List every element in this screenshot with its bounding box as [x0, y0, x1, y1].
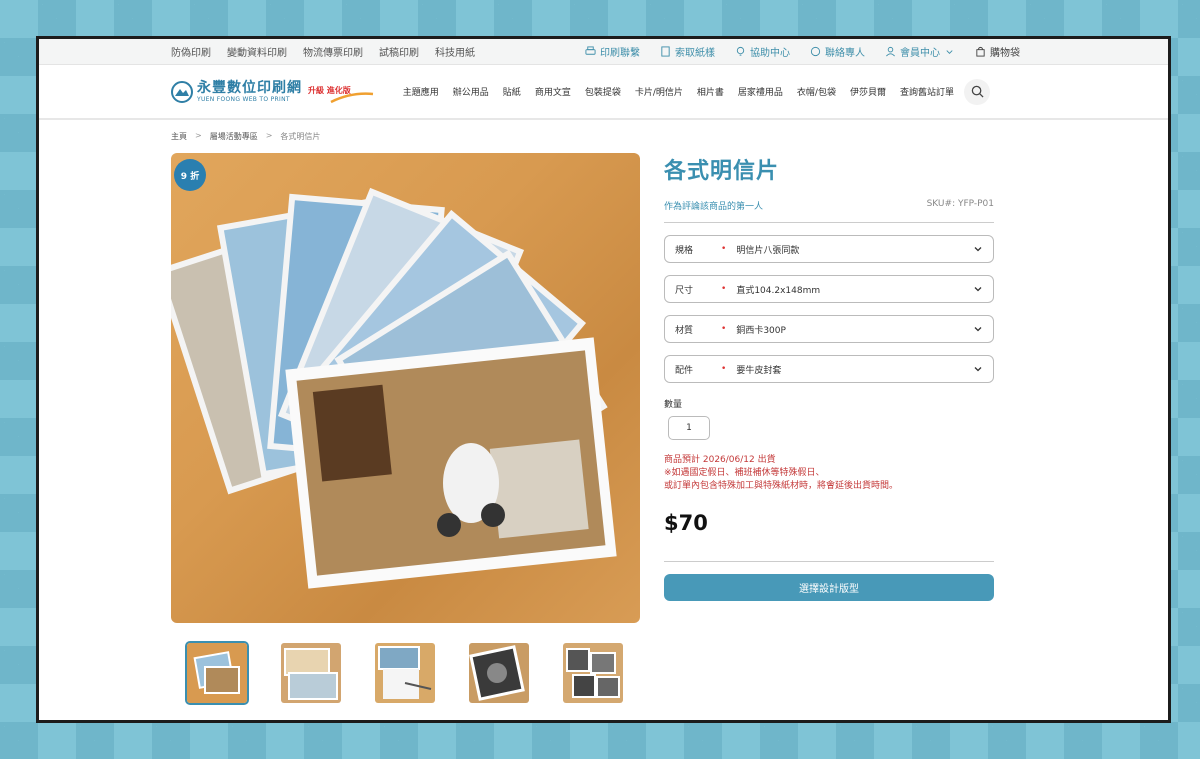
product-title: 各式明信片: [664, 159, 780, 184]
thumbnail-image: [375, 643, 435, 703]
product-sku: SKU#: YFP-P01: [926, 199, 994, 209]
nav-item-cards[interactable]: 卡片/明信片: [635, 85, 683, 98]
help-center-link[interactable]: 協助中心: [735, 44, 790, 59]
option-size-select[interactable]: 尺寸 • 直式104.2x148mm: [664, 275, 994, 303]
utility-links: 防偽印刷 變動資料印刷 物流傳票印刷 試稿印刷 科技用紙: [171, 44, 475, 59]
chat-icon: [810, 46, 821, 57]
nav-item-isabelle[interactable]: 伊莎貝爾: [850, 85, 886, 98]
thumbnail-image: [563, 643, 623, 703]
main-nav: 主題應用 辦公用品 貼紙 商用文宣 包裝提袋 卡片/明信片 相片書 居家禮用品 …: [403, 85, 954, 98]
util-link-variable-data[interactable]: 變動資料印刷: [227, 44, 287, 59]
site-header: 永豐數位印刷網 YUEN FOONG WEB TO PRINT 升級 進化版 主…: [39, 65, 1168, 120]
thumbnail-4[interactable]: [467, 641, 531, 705]
required-dot: •: [721, 324, 727, 334]
util-link-tech-paper[interactable]: 科技用紙: [435, 44, 475, 59]
shopping-bag-icon: [976, 46, 985, 57]
breadcrumb: 主頁 > 屬場活動專區 > 各式明信片: [171, 131, 320, 142]
nav-item-home-gifts[interactable]: 居家禮用品: [738, 85, 783, 98]
option-value: 直式104.2x148mm: [736, 285, 821, 296]
thumbnail-image: [187, 643, 247, 703]
sample-request-link[interactable]: 索取紙樣: [660, 44, 715, 59]
quantity-input[interactable]: 1: [668, 416, 710, 440]
logo-mark-icon: [171, 80, 193, 103]
thumbnail-3[interactable]: [373, 641, 437, 705]
util-link-trial-print[interactable]: 試稿印刷: [379, 44, 419, 59]
util-link-anti-counterfeit[interactable]: 防偽印刷: [171, 44, 211, 59]
utility-actions: 印刷聯繫 索取紙樣 協助中心 聯絡專人 會員中心 購物袋: [585, 44, 1020, 59]
nav-item-apparel[interactable]: 衣帽/包袋: [797, 85, 836, 98]
option-label: 規格: [675, 245, 694, 256]
breadcrumb-current: 各式明信片: [280, 132, 321, 141]
print-contact-link[interactable]: 印刷聯繫: [585, 44, 640, 59]
option-label: 配件: [675, 365, 694, 376]
chevron-down-icon: [974, 247, 982, 252]
option-label: 尺寸: [675, 285, 694, 296]
site-logo[interactable]: 永豐數位印刷網 YUEN FOONG WEB TO PRINT 升級 進化版: [171, 80, 375, 104]
member-center-link[interactable]: 會員中心: [885, 44, 955, 59]
nav-item-promo[interactable]: 商用文宣: [535, 85, 571, 98]
printer-icon: [585, 46, 596, 55]
required-dot: •: [721, 284, 727, 294]
option-value: 銅西卡300P: [736, 325, 786, 336]
chevron-down-icon: [946, 50, 953, 54]
breadcrumb-category[interactable]: 屬場活動專區: [210, 131, 258, 142]
choose-design-button[interactable]: 選擇設計版型: [664, 574, 994, 602]
nav-item-photobook[interactable]: 相片書: [697, 85, 724, 98]
browser-frame: 防偽印刷 變動資料印刷 物流傳票印刷 試稿印刷 科技用紙 印刷聯繫 索取紙樣 協…: [36, 36, 1171, 723]
nav-item-stickers[interactable]: 貼紙: [503, 85, 521, 98]
search-button[interactable]: [964, 78, 990, 105]
option-material-select[interactable]: 材質 • 銅西卡300P: [664, 315, 994, 343]
product-price: $70: [664, 511, 708, 536]
product-info: 各式明信片 作為評論該商品的第一人 SKU#: YFP-P01 規格 • 明信片…: [664, 153, 994, 602]
write-review-link[interactable]: 作為評論該商品的第一人: [664, 199, 763, 212]
divider: [664, 561, 994, 563]
logo-swoosh-icon: [330, 91, 373, 103]
thumbnail-image: [281, 643, 341, 703]
notice-line: ※如遇國定假日、補班補休等特殊假日、: [664, 468, 825, 479]
thumbnail-strip: [185, 641, 625, 705]
thumbnail-2[interactable]: [279, 641, 343, 705]
postcards-illustration: [171, 187, 617, 589]
chevron-down-icon: [974, 367, 982, 372]
required-dot: •: [721, 244, 727, 254]
option-value: 明信片八張同款: [736, 245, 800, 256]
chevron-down-icon: [974, 327, 982, 332]
breadcrumb-home[interactable]: 主頁: [171, 131, 187, 142]
user-icon: [886, 46, 895, 57]
utility-bar: 防偽印刷 變動資料印刷 物流傳票印刷 試稿印刷 科技用紙 印刷聯繫 索取紙樣 協…: [39, 39, 1168, 65]
thumbnail-5[interactable]: [561, 641, 625, 705]
nav-item-themes[interactable]: 主題應用: [403, 85, 439, 98]
product-main-image[interactable]: [171, 153, 640, 623]
nav-item-office[interactable]: 辦公用品: [453, 85, 489, 98]
contact-agent-link[interactable]: 聯絡專人: [810, 44, 865, 59]
product-meta: 作為評論該商品的第一人 SKU#: YFP-P01: [664, 199, 994, 212]
discount-badge: 9 折: [174, 159, 206, 191]
option-value: 要牛皮封套: [736, 365, 782, 376]
nav-item-old-orders[interactable]: 查詢舊站訂單: [900, 85, 954, 98]
divider: [664, 222, 994, 223]
required-dot: •: [721, 364, 727, 374]
cart-link[interactable]: 購物袋: [975, 44, 1020, 59]
notice-line: 商品預計 2026/06/12 出貨: [664, 455, 776, 465]
thumbnail-1[interactable]: [185, 641, 249, 705]
logo-text: 永豐數位印刷網 YUEN FOONG WEB TO PRINT: [197, 79, 302, 103]
quantity-label: 數量: [664, 400, 683, 410]
breadcrumb-separator: >: [265, 131, 273, 140]
notice-line: 或訂單內包含特殊加工與特殊紙材時，將會延後出貨時間。: [664, 481, 899, 492]
breadcrumb-separator: >: [195, 131, 202, 140]
nav-item-packaging[interactable]: 包裝提袋: [585, 85, 621, 98]
paper-icon: [661, 46, 670, 57]
shipping-notice: 商品預計 2026/06/12 出貨 ※如遇國定假日、補班補休等特殊假日、 或訂…: [664, 454, 994, 493]
lightbulb-icon: [736, 46, 745, 56]
util-link-logistics[interactable]: 物流傳票印刷: [303, 44, 363, 59]
thumbnail-image: [469, 643, 529, 703]
option-accessory-select[interactable]: 配件 • 要牛皮封套: [664, 355, 994, 383]
chevron-down-icon: [974, 287, 982, 292]
option-label: 材質: [675, 325, 694, 336]
search-icon: [971, 85, 984, 98]
option-spec-select[interactable]: 規格 • 明信片八張同款: [664, 235, 994, 263]
